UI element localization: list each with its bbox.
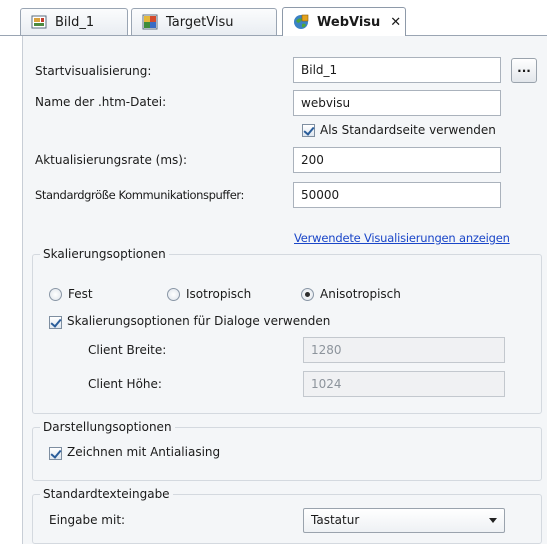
tab-label: WebVisu <box>317 14 381 30</box>
buffer-size-field[interactable]: 50000 <box>293 182 501 208</box>
input-method-dropdown[interactable]: Tastatur <box>303 508 505 533</box>
text-input-group: Standardtexteingabe Eingabe mit: Tastatu… <box>32 487 542 544</box>
scaling-isotropic-radio[interactable] <box>167 288 180 301</box>
antialiasing-checkbox[interactable] <box>49 447 62 460</box>
scaling-group: Skalierungsoptionen Fest Isotropisch Ani… <box>32 247 542 414</box>
client-width-label: Client Breite: <box>88 343 167 357</box>
client-height-field[interactable]: 1024 <box>303 371 505 397</box>
start-visu-label: Startvisualisierung: <box>35 64 152 78</box>
update-rate-label: Aktualisierungsrate (ms): <box>35 153 188 167</box>
scaling-anisotropic-label: Anisotropisch <box>320 287 401 301</box>
tab-label: TargetVisu <box>166 14 234 30</box>
web-visu-icon <box>293 14 309 30</box>
display-group-title: Darstellungsoptionen <box>40 420 175 434</box>
default-page-label: Als Standardseite verwenden <box>320 123 496 137</box>
update-rate-field[interactable]: 200 <box>293 147 501 173</box>
target-visu-icon <box>142 14 158 30</box>
close-icon[interactable]: ✕ <box>390 15 401 30</box>
start-visu-field[interactable]: Bild_1 <box>293 57 501 83</box>
used-visus-link[interactable]: Verwendete Visualisierungen anzeigen <box>294 231 510 245</box>
htm-name-label: Name der .htm-Datei: <box>35 95 167 109</box>
editor-tab-bar: Bild_1 TargetVisu WebVisu ✕ <box>0 0 547 36</box>
scaling-group-title: Skalierungsoptionen <box>40 247 169 261</box>
picture-icon <box>31 14 47 30</box>
scaling-fixed-radio[interactable] <box>49 288 62 301</box>
display-group: Darstellungsoptionen Zeichnen mit Antial… <box>32 420 542 481</box>
tab-label: Bild_1 <box>55 14 95 30</box>
browse-button[interactable]: ... <box>511 58 537 83</box>
scaling-isotropic-label: Isotropisch <box>186 287 252 301</box>
input-method-label: Eingabe mit: <box>49 513 126 527</box>
tab-webvisu[interactable]: WebVisu ✕ <box>282 7 406 36</box>
client-width-field[interactable]: 1280 <box>303 337 505 363</box>
tab-bild-1[interactable]: Bild_1 <box>20 8 128 35</box>
chevron-down-icon <box>489 518 497 523</box>
htm-name-field[interactable]: webvisu <box>293 90 501 116</box>
default-page-checkbox[interactable] <box>302 124 315 137</box>
input-method-value: Tastatur <box>311 513 360 527</box>
scaling-dialogs-checkbox[interactable] <box>49 316 62 329</box>
scaling-dialogs-label: Skalierungsoptionen für Dialoge verwende… <box>67 314 331 328</box>
scaling-fixed-label: Fest <box>68 287 93 301</box>
tab-targetvisu[interactable]: TargetVisu <box>131 8 277 35</box>
webvisu-settings-panel: Startvisualisierung: Bild_1 ... Name der… <box>22 36 547 544</box>
client-height-label: Client Höhe: <box>88 377 162 391</box>
buffer-size-label: Standardgröße Kommunikationspuffer: <box>35 188 244 202</box>
scaling-anisotropic-radio[interactable] <box>301 288 314 301</box>
antialiasing-label: Zeichnen mit Antialiasing <box>67 445 221 459</box>
text-input-group-title: Standardtexteingabe <box>40 487 173 501</box>
